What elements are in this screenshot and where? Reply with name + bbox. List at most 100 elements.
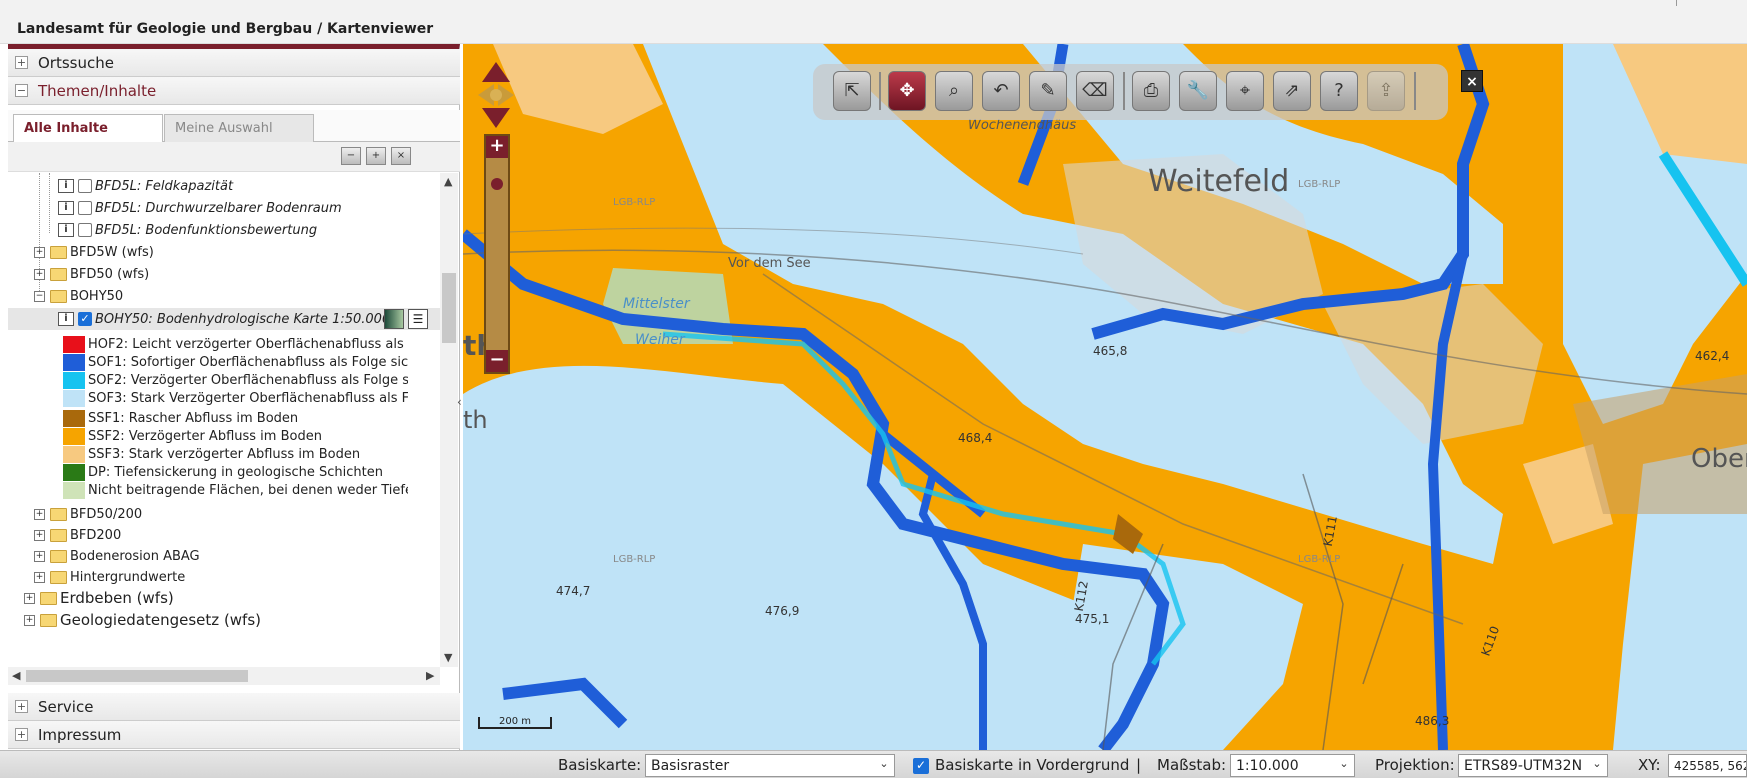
expand-icon[interactable]: + [24, 593, 35, 604]
accordion-themen[interactable]: − Themen/Inhalte [8, 77, 460, 105]
tree-folder-bfd200[interactable]: + BFD200 [8, 524, 438, 546]
tree-folder-bfd50wfs[interactable]: + BFD50 (wfs) [8, 263, 438, 285]
tree-item-label: BFD5L: Durchwurzelbarer Bodenraum [95, 201, 342, 216]
tree-item-bodenfunktion[interactable]: i BFD5L: Bodenfunktionsbewertung [8, 219, 438, 241]
print-icon[interactable]: ⎙ [1132, 71, 1170, 111]
massstab-label: Maßstab: [1157, 756, 1227, 774]
close-toolbar-icon[interactable]: × [1461, 70, 1483, 92]
tree-folder-erdbeben[interactable]: + Erdbeben (wfs) [8, 587, 438, 609]
projektion-select[interactable]: ETRS89-UTM32N ⌄ [1458, 754, 1608, 777]
scroll-down-icon[interactable]: ▼ [444, 651, 452, 664]
basiskarte-label: Basiskarte: [558, 756, 642, 774]
expand-icon[interactable]: + [34, 530, 45, 541]
expand-icon[interactable]: + [34, 247, 45, 258]
tree-folder-bfd50-200[interactable]: + BFD50/200 [8, 503, 438, 525]
back-icon[interactable]: ↶ [982, 71, 1020, 111]
expand-icon[interactable]: + [34, 269, 45, 280]
legend-label: SSF3: Stark verzögerter Abfluss im Boden [88, 447, 361, 462]
expand-icon[interactable]: + [34, 572, 45, 583]
tree-item-label: BFD5L: Feldkapazität [95, 179, 234, 194]
layer-checkbox[interactable] [78, 179, 92, 193]
info-icon[interactable]: i [58, 223, 74, 237]
header-divider [1676, 0, 1677, 6]
zoom-slider[interactable]: + − [484, 134, 510, 374]
projektion-label: Projektion: [1375, 756, 1455, 774]
tree-item-label: BFD5L: Bodenfunktionsbewertung [95, 223, 318, 238]
tree-folder-geogesetz[interactable]: + Geologiedatengesetz (wfs) [8, 609, 438, 631]
tree-horizontal-scrollbar[interactable]: ◀ ▶ [8, 667, 440, 685]
legend-list-icon[interactable]: ☰ [408, 309, 428, 329]
opacity-icon[interactable] [384, 309, 404, 329]
info-icon[interactable]: i [58, 179, 74, 193]
folder-icon [50, 529, 67, 542]
map-label-height: 462,4 [1695, 349, 1730, 363]
tree-folder-hintergrund[interactable]: + Hintergrundwerte [8, 566, 438, 588]
scroll-right-icon[interactable]: ▶ [426, 669, 434, 682]
settings-wrench-icon[interactable]: 🔧 [1179, 71, 1217, 111]
expand-icon: + [15, 728, 28, 741]
legend-swatch [63, 482, 85, 499]
layer-checkbox[interactable] [78, 223, 92, 237]
pan-tool-icon[interactable]: ✥ [888, 71, 926, 111]
zoom-out-icon[interactable]: − [486, 350, 508, 372]
draw-icon[interactable]: ✎ [1029, 71, 1067, 111]
help-icon[interactable]: ? [1320, 71, 1358, 111]
zoom-box-icon[interactable]: ⌕ [935, 71, 973, 111]
info-icon[interactable]: i [58, 201, 74, 215]
accordion-label: Themen/Inhalte [38, 82, 157, 100]
basiskarte-select[interactable]: Basisraster ⌄ [645, 754, 895, 777]
scroll-up-icon[interactable]: ▲ [444, 175, 452, 188]
layer-checkbox[interactable] [78, 201, 92, 215]
zoom-in-icon[interactable]: + [486, 136, 508, 158]
scroll-left-icon[interactable]: ◀ [12, 669, 20, 682]
scroll-thumb[interactable] [26, 670, 248, 682]
info-icon[interactable]: i [58, 312, 74, 326]
accordion-ortssuche[interactable]: + Ortssuche [8, 49, 460, 77]
tree-item-bohy50-layer[interactable]: i ✓ BOHY50: Bodenhydrologische Karte 1:5… [8, 308, 440, 330]
layer-checkbox-checked[interactable]: ✓ [78, 312, 92, 326]
tree-item-feldkapazitaet[interactable]: i BFD5L: Feldkapazität [8, 175, 438, 197]
accordion-impressum[interactable]: + Impressum [8, 721, 460, 749]
zoom-handle[interactable] [491, 178, 503, 190]
expand-icon[interactable]: + [34, 509, 45, 520]
tree-folder-erosion[interactable]: + Bodenerosion ABAG [8, 545, 438, 567]
collapse-icon[interactable]: − [34, 291, 45, 302]
map-canvas[interactable]: Weitefeld Wochenendhäus Vor dem See Mitt… [463, 44, 1747, 750]
map-label-wochenendhaus: Wochenendhäus [968, 118, 1077, 133]
legend-item: DP: Tiefensickerung in geologische Schic… [63, 464, 408, 482]
upload-icon[interactable]: ⇪ [1367, 71, 1405, 111]
map-label-height: 476,9 [765, 604, 800, 618]
massstab-select[interactable]: 1:10.000 ⌄ [1230, 754, 1355, 777]
folder-icon [40, 592, 57, 605]
folder-open-icon [50, 290, 67, 303]
search-place-icon[interactable]: ⌖ [1226, 71, 1264, 111]
export-icon[interactable]: ⇗ [1273, 71, 1311, 111]
tab-meine-auswahl[interactable]: Meine Auswahl [164, 114, 314, 142]
collapse-all-icon[interactable]: − [341, 147, 361, 165]
expand-icon[interactable]: + [34, 551, 45, 562]
legend-item: HOF2: Leicht verzögerter Oberflächenabfl… [63, 336, 408, 354]
clear-selection-icon[interactable]: × [391, 147, 411, 165]
eraser-icon[interactable]: ⌫ [1076, 71, 1114, 111]
legend-label: SSF2: Verzögerter Abfluss im Boden [88, 429, 322, 444]
tab-alle-inhalte[interactable]: Alle Inhalte [13, 114, 163, 143]
legend-item: SOF2: Verzögerter Oberflächenabfluss als… [63, 372, 408, 390]
scroll-thumb[interactable] [442, 273, 456, 343]
tree-vertical-scrollbar[interactable]: ▲ ▼ [440, 173, 458, 667]
scale-bar: 200 m [478, 717, 552, 729]
legend-swatch [63, 354, 85, 371]
vordergrund-checkbox[interactable]: ✓ [913, 758, 929, 774]
xy-label: XY: [1638, 756, 1661, 774]
expand-all-icon[interactable]: + [366, 147, 386, 165]
tree-folder-bfd5w[interactable]: + BFD5W (wfs) [8, 241, 438, 263]
accordion-service[interactable]: + Service [8, 693, 460, 721]
massstab-value: 1:10.000 [1236, 758, 1299, 774]
folder-icon [50, 508, 67, 521]
folder-icon [50, 571, 67, 584]
select-tool-icon[interactable]: ⇱ [833, 71, 871, 111]
expand-icon[interactable]: + [24, 615, 35, 626]
pan-navigation-icon[interactable] [476, 60, 516, 130]
tree-item-durchwurzel[interactable]: i BFD5L: Durchwurzelbarer Bodenraum [8, 197, 438, 219]
tree-folder-bohy50[interactable]: − BOHY50 [8, 285, 438, 307]
legend-label: SOF1: Sofortiger Oberflächenabfluss als … [88, 355, 408, 370]
